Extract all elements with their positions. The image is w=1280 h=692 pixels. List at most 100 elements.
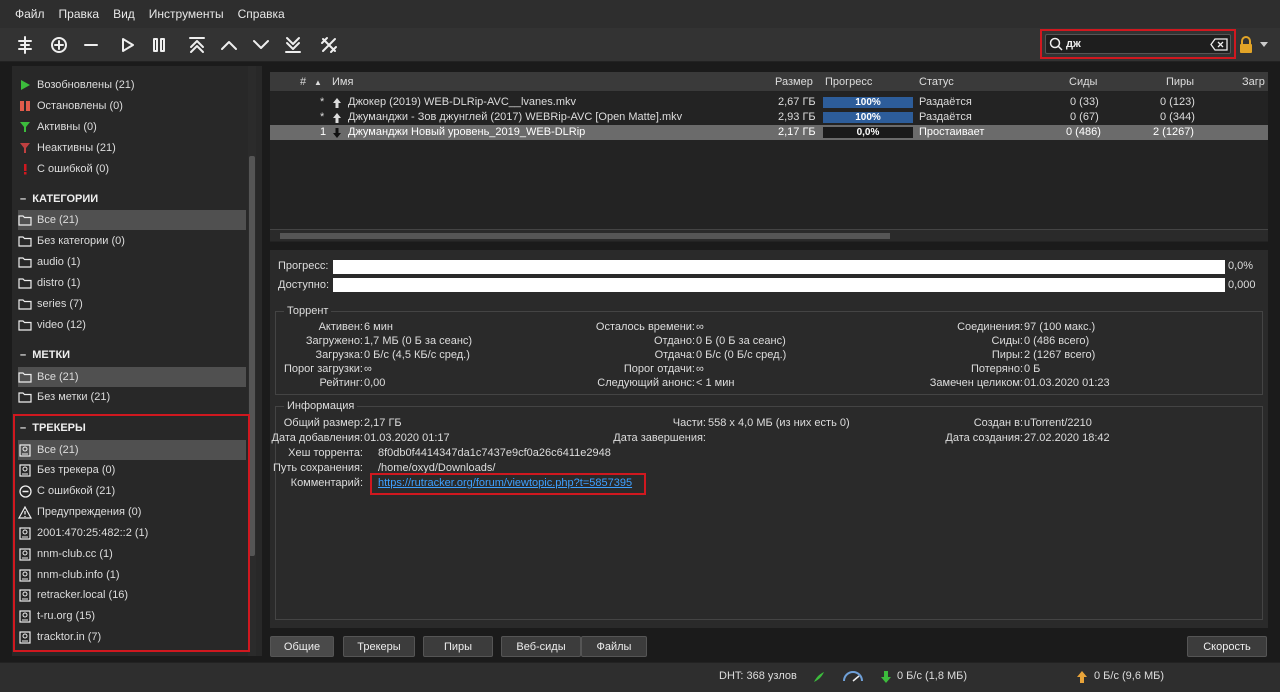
column-seeds[interactable]: Сиды — [1069, 76, 1097, 88]
upload-speed-value: 0 Б/с (0 Б/с сред.) — [696, 349, 787, 361]
table-header: # ▲ Имя Размер Прогресс Статус Сиды Пиры… — [270, 72, 1268, 92]
upload-speed-label: Отдача: — [654, 349, 695, 361]
row-peers: 0 (123) — [1160, 96, 1195, 108]
save-path-label: Путь сохранения: — [272, 462, 363, 474]
sidebar-item-label: Остановлены (0) — [37, 100, 123, 112]
category-label: Все (21) — [37, 214, 79, 226]
move-down-icon[interactable] — [248, 32, 274, 58]
progress-label: Прогресс: — [278, 260, 329, 272]
move-top-icon[interactable] — [184, 32, 210, 58]
tracker-item[interactable]: nnm-club.info (1) — [18, 565, 246, 585]
column-name[interactable]: Имя — [332, 76, 353, 88]
tracker-icon — [18, 630, 32, 644]
pieces-label: Части: — [672, 417, 706, 429]
tracker-icon — [18, 568, 32, 582]
connections-label: Соединения: — [957, 321, 1023, 333]
lock-icon[interactable] — [1238, 36, 1254, 54]
tracker-item[interactable]: tracktor.in (7) — [18, 627, 246, 647]
sidebar-item-resumed[interactable]: Возобновлены (21) — [18, 75, 246, 95]
remove-icon[interactable] — [78, 32, 104, 58]
sidebar-item-active[interactable]: Активны (0) — [18, 117, 246, 137]
move-up-icon[interactable] — [216, 32, 242, 58]
download-limit-value: ∞ — [364, 363, 372, 375]
column-peers[interactable]: Пиры — [1166, 76, 1194, 88]
tracker-icon — [18, 609, 32, 623]
category-item[interactable]: video (12) — [18, 315, 246, 335]
add-link-icon[interactable] — [12, 32, 38, 58]
category-item[interactable]: Все (21) — [18, 210, 246, 230]
play-icon[interactable] — [114, 32, 140, 58]
tracker-icon — [18, 588, 32, 602]
tracker-item[interactable]: С ошибкой (21) — [18, 481, 246, 501]
progress-bar: 100% — [823, 112, 913, 123]
tags-header[interactable]: – МЕТКИ — [20, 349, 70, 361]
menu-tools[interactable]: Инструменты — [142, 7, 231, 21]
column-status[interactable]: Статус — [919, 76, 954, 88]
clear-search-icon[interactable] — [1210, 38, 1228, 51]
categories-header[interactable]: – КАТЕГОРИИ — [20, 193, 98, 205]
category-item[interactable]: series (7) — [18, 294, 246, 314]
progress-text: 100% — [855, 112, 881, 123]
category-item[interactable]: distro (1) — [18, 273, 246, 293]
column-down-speed[interactable]: Загр — [1242, 76, 1265, 88]
speed-button[interactable]: Скорость — [1187, 636, 1267, 657]
tracker-item[interactable]: t-ru.org (15) — [18, 606, 246, 626]
menu-help[interactable]: Справка — [231, 7, 292, 21]
upload-arrow-icon — [1077, 671, 1087, 683]
tracker-item[interactable]: nnm-club.cc (1) — [18, 544, 246, 564]
tab-peers[interactable]: Пиры — [423, 636, 493, 657]
uploaded-label: Отдано: — [653, 335, 695, 347]
tag-item[interactable]: Без метки (21) — [18, 387, 246, 407]
categories-header-label: КАТЕГОРИИ — [32, 193, 99, 205]
category-item[interactable]: Без категории (0) — [18, 231, 246, 251]
total-size-value: 2,17 ГБ — [364, 417, 402, 429]
category-item[interactable]: audio (1) — [18, 252, 246, 272]
tracker-item[interactable]: Без трекера (0) — [18, 460, 246, 480]
pause-icon[interactable] — [146, 32, 172, 58]
sidebar: Возобновлены (21) Остановлены (0) Активн… — [12, 66, 262, 656]
menu-view[interactable]: Вид — [106, 7, 142, 21]
filter-icon — [18, 141, 32, 155]
sidebar-item-inactive[interactable]: Неактивны (21) — [18, 138, 246, 158]
tab-general[interactable]: Общие — [270, 636, 334, 657]
table-hscrollbar[interactable] — [270, 229, 1268, 241]
sidebar-item-label: С ошибкой (0) — [37, 163, 110, 175]
column-size[interactable]: Размер — [775, 76, 813, 88]
comment-label: Комментарий: — [290, 477, 363, 489]
add-icon[interactable] — [46, 32, 72, 58]
category-label: video (12) — [37, 319, 86, 331]
row-size: 2,17 ГБ — [778, 126, 816, 138]
tracker-item[interactable]: retracker.local (16) — [18, 585, 246, 605]
table-row[interactable]: * Джуманджи - Зов джунглей (2017) WEBRip… — [270, 110, 1268, 125]
created-by-label: Создан в: — [973, 417, 1023, 429]
tag-item[interactable]: Все (21) — [18, 367, 246, 387]
sidebar-scrollbar-thumb[interactable] — [249, 156, 255, 556]
settings-icon[interactable] — [316, 32, 342, 58]
table-hscrollbar-thumb[interactable] — [280, 233, 890, 239]
speed-limit-icon[interactable] — [842, 671, 864, 683]
download-arrow-icon — [881, 671, 891, 683]
tracker-item[interactable]: 2001:470:25:482::2 (1) — [18, 523, 246, 543]
trackers-header[interactable]: – ТРЕКЕРЫ — [20, 422, 86, 434]
tab-webseeds[interactable]: Веб-сиды — [501, 636, 581, 657]
chevron-down-icon[interactable] — [1260, 42, 1268, 48]
table-row[interactable]: * Джокер (2019) WEB-DLRip-AVC__lvanes.mk… — [270, 95, 1268, 110]
sidebar-item-paused[interactable]: Остановлены (0) — [18, 96, 246, 116]
tab-files[interactable]: Файлы — [581, 636, 647, 657]
search-input[interactable] — [1066, 36, 1206, 52]
sidebar-item-errored[interactable]: С ошибкой (0) — [18, 159, 246, 179]
table-row[interactable]: 1 Джуманджи Новый уровень_2019_WEB-DLRip… — [270, 125, 1268, 140]
move-bottom-icon[interactable] — [280, 32, 306, 58]
sidebar-scrollbar[interactable] — [248, 66, 256, 656]
download-arrow-icon — [333, 128, 341, 138]
column-progress[interactable]: Прогресс — [825, 76, 872, 88]
menu-edit[interactable]: Правка — [52, 7, 107, 21]
tracker-item[interactable]: Предупреждения (0) — [18, 502, 246, 522]
tracker-label: retracker.local (16) — [37, 589, 129, 601]
tab-trackers[interactable]: Трекеры — [343, 636, 415, 657]
column-num[interactable]: # — [300, 76, 306, 88]
tracker-icon — [18, 463, 32, 477]
comment-link[interactable]: https://rutracker.org/forum/viewtopic.ph… — [378, 477, 632, 489]
tracker-item[interactable]: Все (21) — [18, 440, 246, 460]
menu-file[interactable]: Файл — [8, 7, 52, 21]
